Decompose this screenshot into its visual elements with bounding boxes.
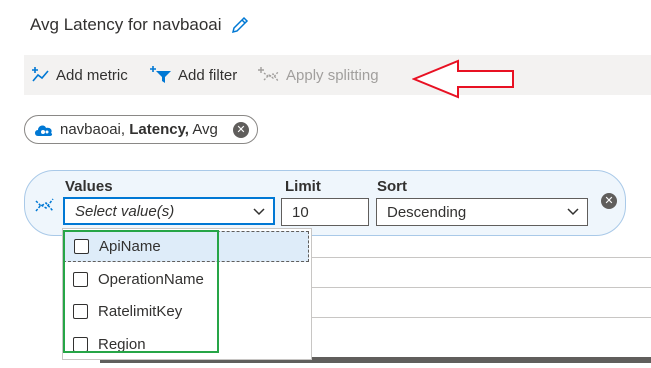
limit-value: 10 [292,203,309,221]
cognitive-services-cloud-icon [35,125,53,136]
metric-pill-aggregation: Avg [188,121,218,138]
metric-pill-text: navbaoai, Latency, Avg [60,121,218,138]
sort-select[interactable]: Descending [376,198,588,226]
chevron-down-icon [567,208,579,216]
chevron-down-icon [253,208,265,216]
splitting-icon [35,198,54,212]
add-metric-label: Add metric [56,66,128,84]
values-select[interactable]: Select value(s) [63,197,275,225]
add-filter-button[interactable]: Add filter [150,55,237,95]
add-metric-button[interactable]: Add metric [32,55,128,95]
apply-splitting-label: Apply splitting [286,66,379,84]
limit-label: Limit [285,178,321,195]
edit-pencil-icon[interactable] [229,14,251,36]
metric-pill-metric: Latency, [129,121,189,138]
splitting-panel: Values Select value(s) Limit 10 Sort Des… [24,170,626,236]
values-placeholder: Select value(s) [75,202,175,220]
metric-pill[interactable]: navbaoai, Latency, Avg ✕ [24,115,258,144]
remove-metric-icon[interactable]: ✕ [233,122,249,138]
apply-splitting-icon [258,67,279,82]
sort-value: Descending [387,203,467,221]
limit-input[interactable]: 10 [281,198,369,226]
sort-label: Sort [377,178,407,195]
apply-splitting-button[interactable]: Apply splitting [258,55,379,95]
annotation-arrow-icon [412,59,514,99]
add-filter-label: Add filter [178,66,238,84]
chart-title: Avg Latency for navbaoai [30,15,222,34]
values-label: Values [65,178,113,195]
metric-pill-resource: navbaoai, [60,121,130,138]
chart-toolbar: Add metric Add filter Apply splitting [24,55,651,95]
remove-splitting-icon[interactable]: ✕ [601,193,617,209]
annotation-highlight-box [63,230,219,353]
add-filter-icon [150,66,171,83]
add-metric-icon [32,67,49,82]
